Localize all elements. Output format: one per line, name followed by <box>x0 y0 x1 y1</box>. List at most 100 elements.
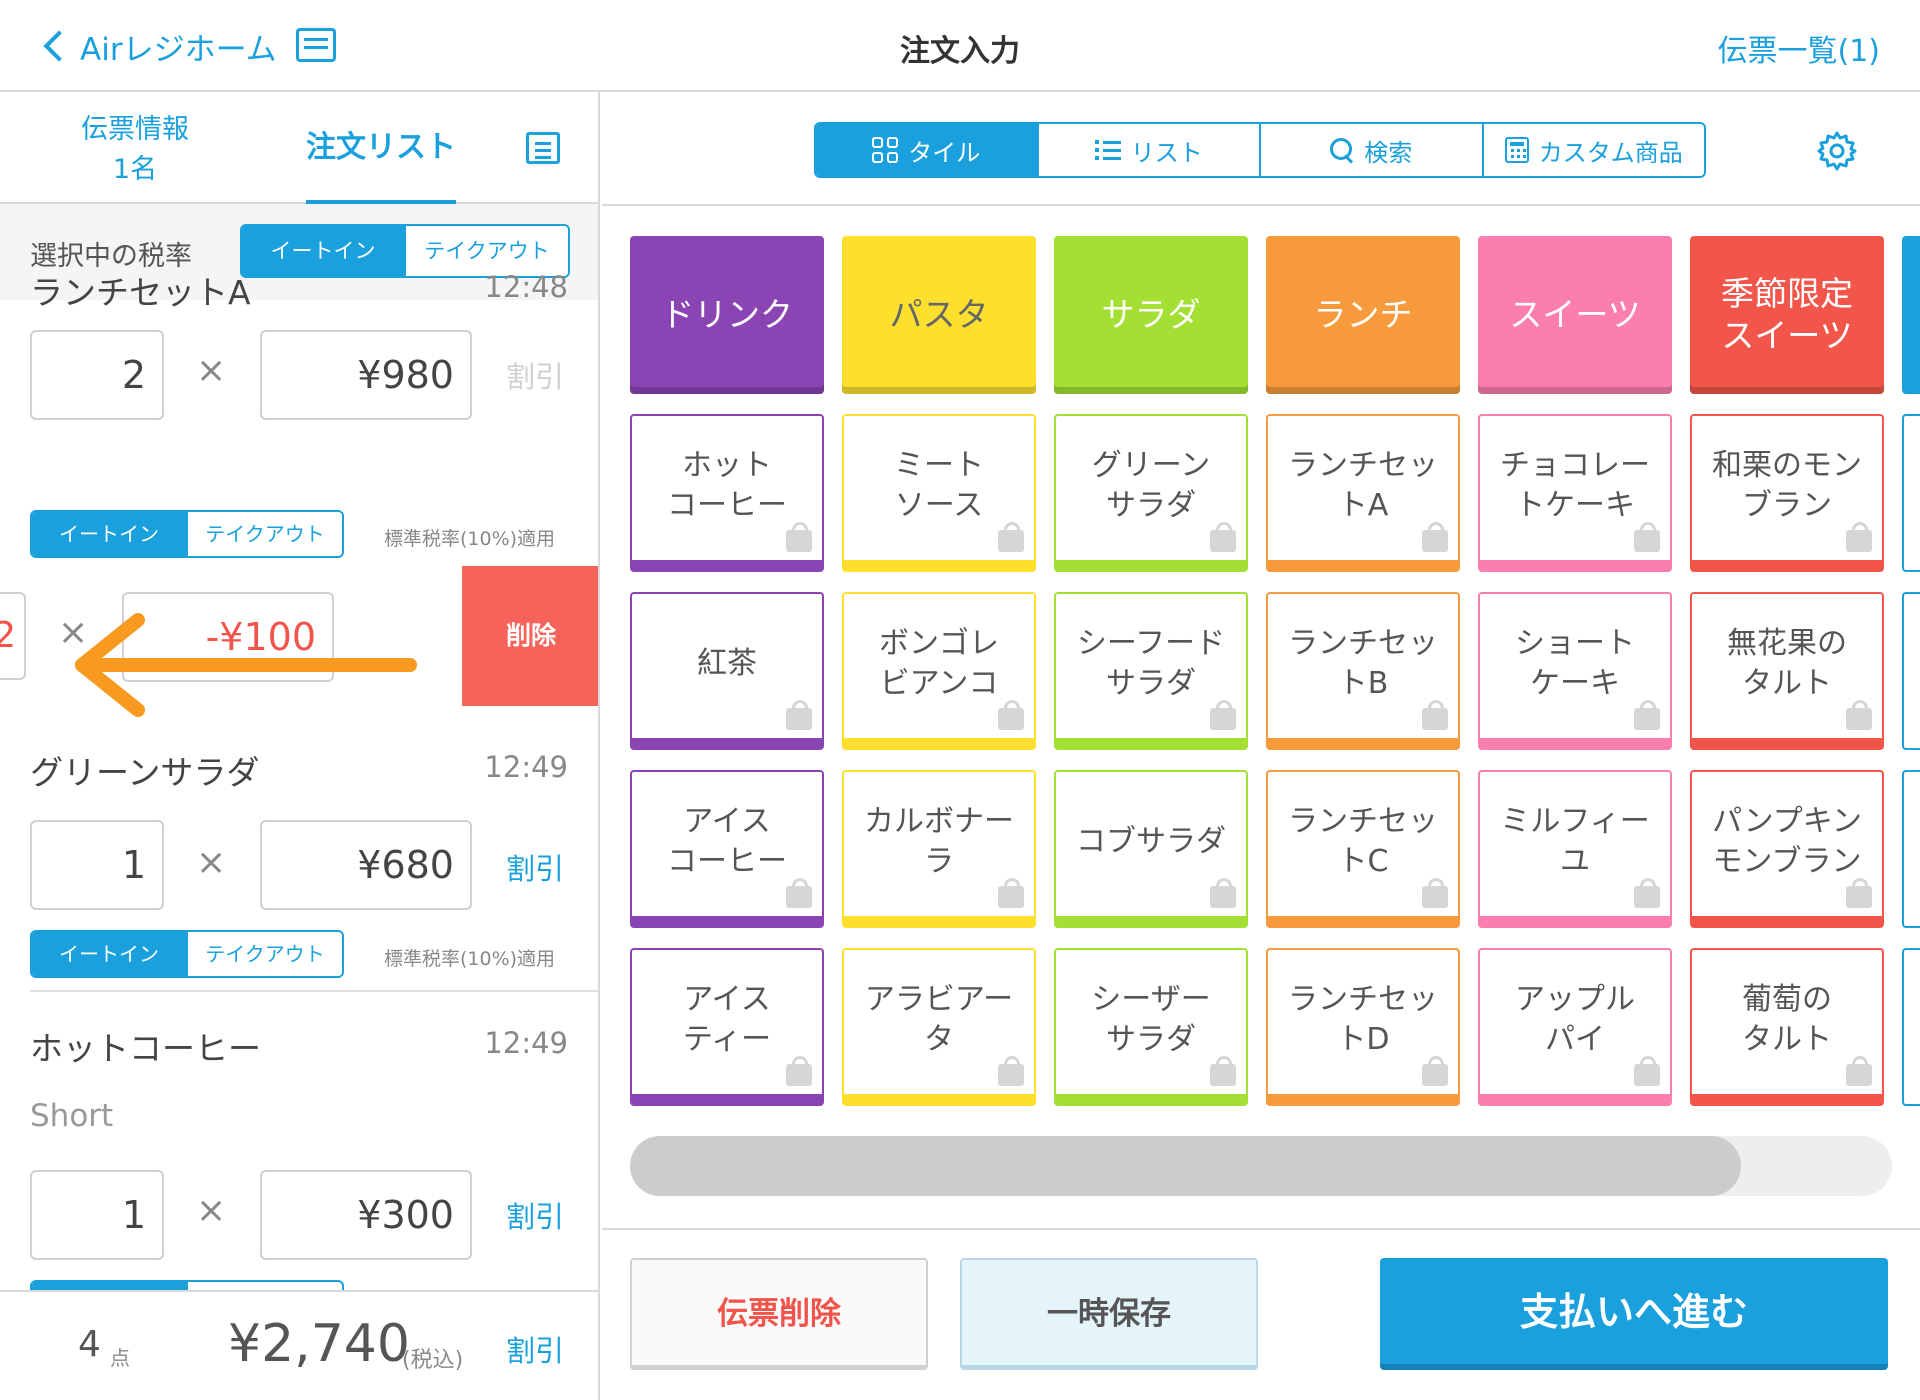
tab-search[interactable]: 検索 <box>1259 124 1482 176</box>
takeout-bag-icon <box>1846 700 1872 730</box>
product-tile[interactable]: アイス ティー <box>630 948 824 1106</box>
tab-list[interactable]: リスト <box>1036 124 1259 176</box>
product-tile-partial[interactable] <box>1902 948 1920 1106</box>
product-tile[interactable]: 葡萄の タルト <box>1690 948 1884 1106</box>
page-title: 注文入力 <box>900 34 1020 69</box>
top-bar: Airレジホーム 注文入力 伝票一覧(1) <box>0 0 1920 92</box>
discount-button[interactable]: 割引 <box>506 846 564 888</box>
product-tile[interactable]: ランチセッ トD <box>1266 948 1460 1106</box>
category-tile-pasta[interactable]: パスタ <box>842 236 1036 394</box>
product-name: カルボナー ラ <box>864 804 1014 879</box>
order-item-name[interactable]: ランチセットA <box>30 266 251 314</box>
item-tax-toggle: イートイン テイクアウト <box>30 930 344 978</box>
product-tile[interactable]: チョコレー トケーキ <box>1478 414 1672 572</box>
product-tile[interactable]: アップル パイ <box>1478 948 1672 1106</box>
product-tile[interactable]: シーザー サラダ <box>1054 948 1248 1106</box>
order-item-time: 12:49 <box>484 1026 568 1060</box>
discount-button[interactable]: 割引 <box>506 354 564 396</box>
product-tile[interactable]: コブサラダ <box>1054 770 1248 928</box>
product-tile[interactable]: ランチセッ トB <box>1266 592 1460 750</box>
takeout-option[interactable]: テイクアウト <box>404 226 568 276</box>
price-field[interactable]: ¥300 <box>260 1170 472 1260</box>
takeout-bag-icon <box>786 1056 812 1086</box>
product-name: ランチセッ トD <box>1288 982 1438 1057</box>
product-tile[interactable]: ボンゴレ ビアンコ <box>842 592 1036 750</box>
tab-slip-info[interactable]: 伝票情報 1名 <box>60 110 210 190</box>
takeout-bag-icon <box>1422 522 1448 552</box>
quantity-field[interactable]: 1 <box>30 820 164 910</box>
product-tile[interactable]: ミート ソース <box>842 414 1036 572</box>
takeout-bag-icon <box>1846 878 1872 908</box>
takeout-bag-icon <box>1634 1056 1660 1086</box>
total-discount-button[interactable]: 割引 <box>506 1328 564 1370</box>
takeout-option[interactable]: テイクアウト <box>186 512 342 556</box>
takeout-bag-icon <box>786 878 812 908</box>
product-tile[interactable]: 紅茶 <box>630 592 824 750</box>
tab-custom-product[interactable]: カスタム商品 <box>1481 124 1704 176</box>
takeout-bag-icon <box>786 700 812 730</box>
product-tile[interactable]: グリーン サラダ <box>1054 414 1248 572</box>
takeout-option[interactable]: テイクアウト <box>186 932 342 976</box>
product-tile[interactable]: ショート ケーキ <box>1478 592 1672 750</box>
category-tile-sweets[interactable]: スイーツ <box>1478 236 1672 394</box>
horizontal-scrollbar[interactable] <box>630 1136 1892 1196</box>
delete-slip-button[interactable]: 伝票削除 <box>630 1258 928 1370</box>
gear-icon[interactable] <box>1816 130 1858 172</box>
product-name: アラビアー タ <box>864 982 1014 1057</box>
times-sign: × <box>196 350 227 391</box>
order-item-option: Short <box>30 1098 114 1134</box>
category-tile-seasonal-sweets[interactable]: 季節限定 スイーツ <box>1690 236 1884 394</box>
category-tile-salad[interactable]: サラダ <box>1054 236 1248 394</box>
product-tile[interactable]: 和栗のモン ブラン <box>1690 414 1884 572</box>
category-tile-drink[interactable]: ドリンク <box>630 236 824 394</box>
product-tile[interactable]: パンプキン モンブラン <box>1690 770 1884 928</box>
takeout-bag-icon <box>1846 522 1872 552</box>
eat-in-option[interactable]: イートイン <box>242 226 404 276</box>
price-field[interactable]: ¥980 <box>260 330 472 420</box>
scrollbar-thumb[interactable] <box>630 1136 1741 1196</box>
tab-tile[interactable]: タイル <box>816 124 1037 176</box>
slip-list-link[interactable]: 伝票一覧(1) <box>1718 26 1881 70</box>
order-item-name[interactable]: ホットコーヒー <box>30 1022 261 1070</box>
product-tile-partial[interactable] <box>1902 414 1920 572</box>
product-tile[interactable]: アラビアー タ <box>842 948 1036 1106</box>
order-item-time: 12:49 <box>484 750 568 784</box>
product-tile[interactable]: ミルフィー ユ <box>1478 770 1672 928</box>
hold-button[interactable]: 一時保存 <box>960 1258 1258 1370</box>
quantity-field[interactable]: 1 <box>30 1170 164 1260</box>
takeout-bag-icon <box>1422 1056 1448 1086</box>
view-mode-tabs: タイル リスト 検索 カスタム商品 <box>814 122 1706 178</box>
product-name: ミート ソース <box>894 448 984 523</box>
takeout-bag-icon <box>1634 700 1660 730</box>
times-sign: × <box>196 1190 227 1231</box>
product-tile[interactable]: シーフード サラダ <box>1054 592 1248 750</box>
product-panel: タイル リスト 検索 カスタム商品 ドリンク パスタ サラダ ランチ スイーツ 季節限定 … <box>602 92 1920 1400</box>
total-amount: ¥2,740 <box>228 1314 410 1374</box>
takeout-bag-icon <box>1846 1056 1872 1086</box>
category-tile-partial[interactable] <box>1902 236 1920 394</box>
delete-button[interactable]: 削除 <box>462 566 598 706</box>
product-tile-partial[interactable] <box>1902 592 1920 750</box>
quantity-field[interactable]: 2 <box>30 330 164 420</box>
product-tile-partial[interactable] <box>1902 770 1920 928</box>
eat-in-option[interactable]: イートイン <box>32 512 186 556</box>
eat-in-option[interactable]: イートイン <box>32 932 186 976</box>
calculator-icon <box>1504 137 1529 163</box>
takeout-bag-icon <box>1634 878 1660 908</box>
category-tile-lunch[interactable]: ランチ <box>1266 236 1460 394</box>
takeout-bag-icon <box>1210 700 1236 730</box>
product-tile[interactable]: 無花果の タルト <box>1690 592 1884 750</box>
product-tile[interactable]: ホット コーヒー <box>630 414 824 572</box>
order-list-panel: 伝票情報 1名 注文リスト 選択中の税率 イートイン テイクアウト ランチセット… <box>0 92 600 1400</box>
price-field[interactable]: ¥680 <box>260 820 472 910</box>
product-tile[interactable]: アイス コーヒー <box>630 770 824 928</box>
order-item-name[interactable]: グリーンサラダ <box>30 746 259 794</box>
discount-button[interactable]: 割引 <box>506 1194 564 1236</box>
proceed-to-payment-button[interactable]: 支払いへ進む <box>1380 1258 1888 1370</box>
product-tile[interactable]: カルボナー ラ <box>842 770 1036 928</box>
discount-quantity[interactable]: 2 <box>0 592 26 680</box>
product-tile[interactable]: ランチセッ トA <box>1266 414 1460 572</box>
memo-icon[interactable] <box>526 132 560 164</box>
tab-order-list[interactable]: 注文リスト <box>306 92 456 204</box>
product-tile[interactable]: ランチセッ トC <box>1266 770 1460 928</box>
